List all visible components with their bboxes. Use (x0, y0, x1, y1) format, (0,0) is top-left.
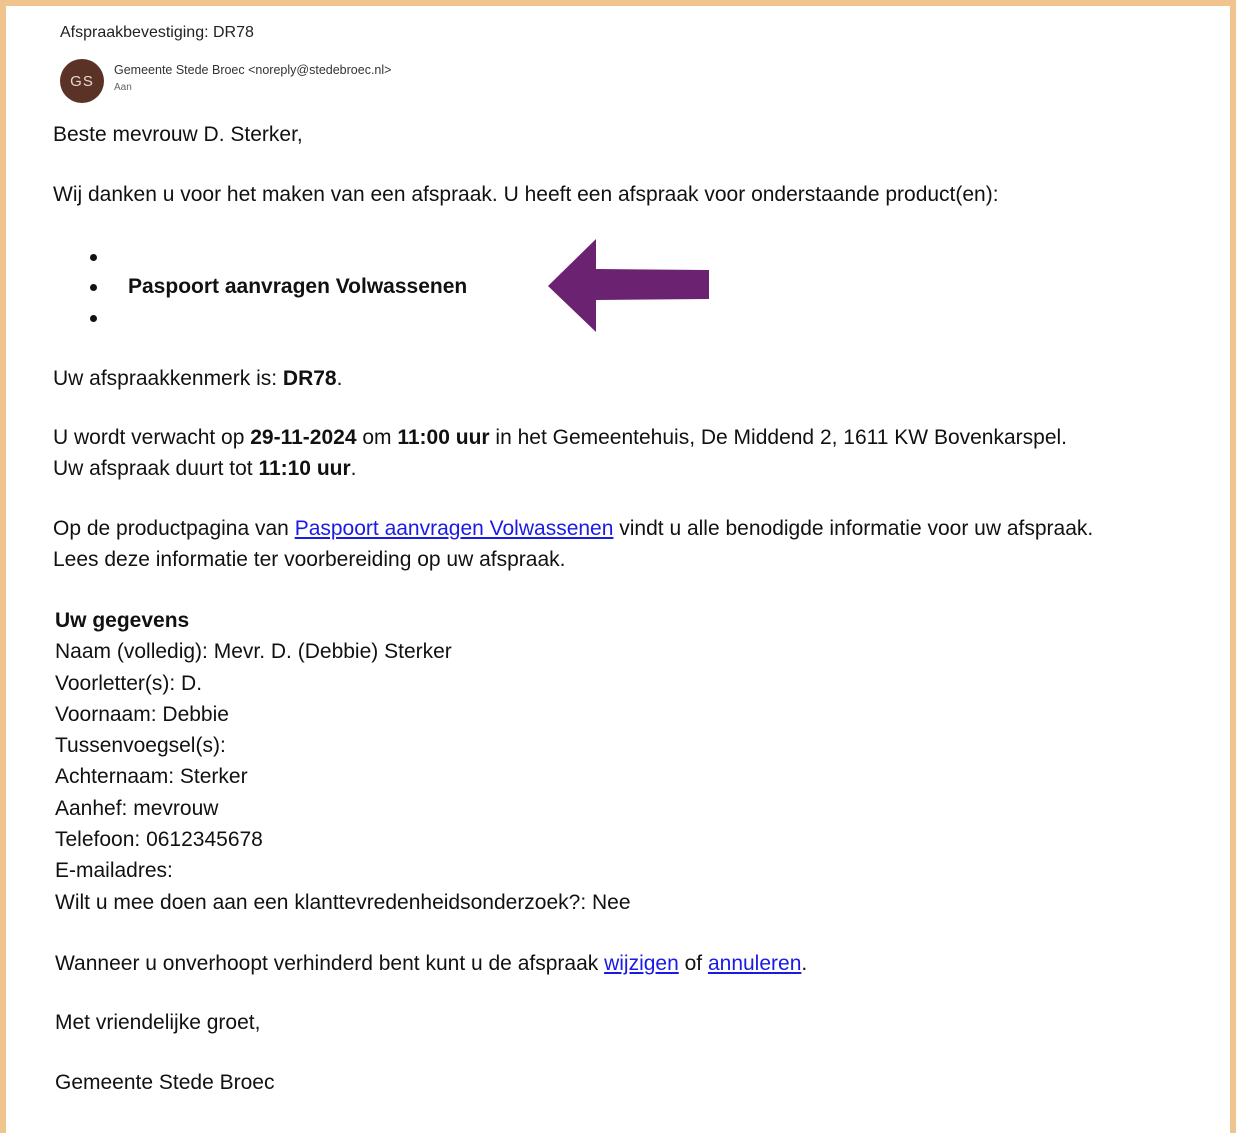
punctuation: . (350, 457, 357, 480)
reference-code: DR78 (282, 367, 337, 390)
text: U wordt verwacht op (53, 426, 251, 449)
appointment-time-line: U wordt verwacht op 29-11-2024 om 11:00 … (53, 425, 1067, 451)
appointment-time: 11:00 uur (397, 426, 490, 449)
detail-row: Wilt u mee doen aan een klanttevredenhei… (55, 891, 631, 914)
product-item: Paspoort aanvragen Volwassenen (128, 275, 468, 298)
text: Wanneer u onverhoopt verhinderd bent kun… (55, 952, 605, 975)
appointment-location: in het Gemeentehuis, De Middend 2, 1611 … (489, 426, 1068, 449)
list-bullet (90, 254, 97, 261)
signature: Gemeente Stede Broec (55, 1071, 275, 1094)
email-subject: Afspraakbevestiging: DR78 (60, 24, 254, 41)
punctuation: . (801, 952, 808, 975)
change-line: Wanneer u onverhoopt verhinderd bent kun… (55, 951, 807, 977)
duration-line: Uw afspraak duurt tot 11:10 uur. (53, 456, 357, 482)
info-line-2: Lees deze informatie ter voorbereiding o… (53, 548, 566, 571)
detail-row: Voornaam: Debbie (55, 703, 229, 726)
left-arrow-icon (548, 239, 709, 332)
list-bullet (90, 284, 97, 291)
end-time: 11:10 uur (258, 457, 351, 480)
greeting: Beste mevrouw D. Sterker, (53, 123, 303, 146)
text: of (678, 952, 708, 975)
avatar: GS (60, 59, 104, 103)
punctuation: . (336, 367, 343, 390)
sender-address[interactable]: Gemeente Stede Broec <noreply@stedebroec… (114, 63, 391, 77)
text: vindt u alle benodigde informatie voor u… (613, 517, 1094, 540)
text: Uw afspraak duurt tot (53, 457, 259, 480)
closing: Met vriendelijke groet, (55, 1011, 261, 1034)
intro-text: Wij danken u voor het maken van een afsp… (53, 183, 999, 206)
appointment-date: 29-11-2024 (250, 426, 357, 449)
product-page-link[interactable]: Paspoort aanvragen Volwassenen (295, 517, 614, 540)
detail-row: Tussenvoegsel(s): (55, 734, 226, 757)
detail-row: E-mailadres: (55, 859, 173, 882)
details-heading: Uw gegevens (55, 609, 190, 632)
info-line: Op de productpagina van Paspoort aanvrag… (53, 516, 1093, 542)
recipient-label: Aan (114, 82, 132, 93)
detail-row: Telefoon: 0612345678 (55, 828, 263, 851)
text: om (356, 426, 398, 449)
reference-label: Uw afspraakkenmerk is: (53, 367, 283, 390)
detail-row: Naam (volledig): Mevr. D. (Debbie) Sterk… (55, 640, 452, 663)
text: Op de productpagina van (53, 517, 295, 540)
change-appointment-link[interactable]: wijzigen (604, 952, 679, 975)
detail-row: Achternaam: Sterker (55, 765, 248, 788)
detail-row: Aanhef: mevrouw (55, 797, 219, 820)
list-bullet (90, 315, 97, 322)
reference-line: Uw afspraakkenmerk is: DR78. (53, 366, 342, 392)
cancel-appointment-link[interactable]: annuleren (708, 952, 801, 975)
detail-row: Voorletter(s): D. (55, 672, 203, 695)
